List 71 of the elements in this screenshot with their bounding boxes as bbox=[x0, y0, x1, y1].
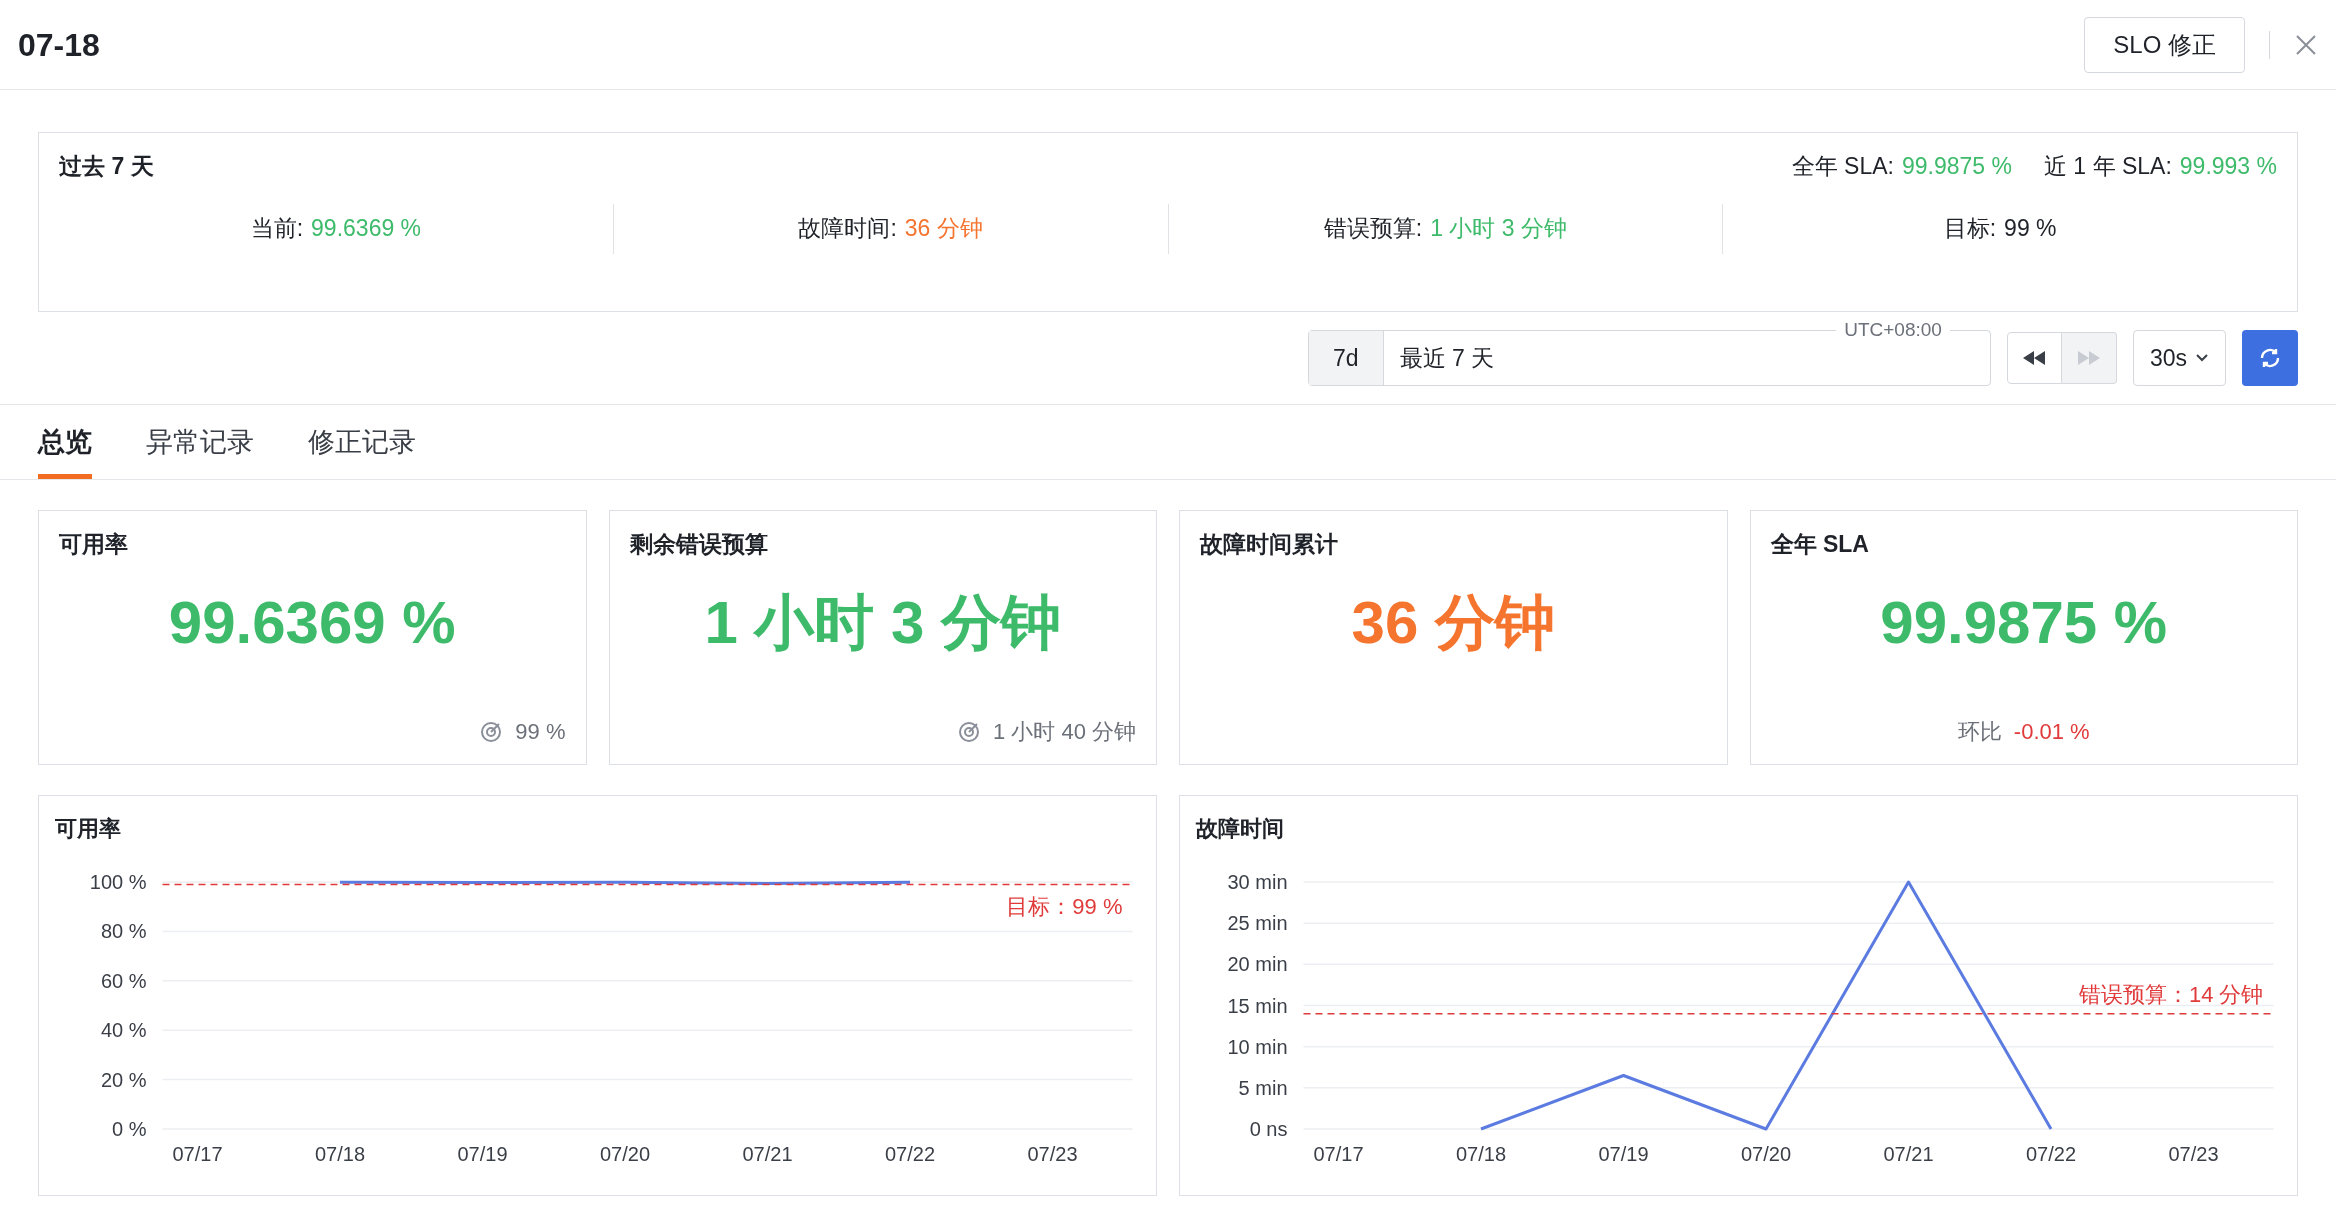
x-tick-label: 07/18 bbox=[314, 1143, 366, 1165]
chart-title: 可用率 bbox=[54, 815, 122, 843]
summary-title: 过去 7 天 bbox=[59, 152, 154, 181]
x-tick-label: 07/23 bbox=[2168, 1143, 2219, 1165]
x-tick-label: 07/21 bbox=[742, 1143, 793, 1165]
refresh-icon bbox=[2258, 346, 2282, 370]
interval-select[interactable]: 30s bbox=[2132, 330, 2226, 386]
tab[interactable]: 修正记录 bbox=[308, 421, 416, 479]
chart-title: 故障时间 bbox=[1194, 815, 1285, 843]
stat-value: 99.993 % bbox=[2179, 152, 2277, 181]
card-value: 36 分钟 bbox=[1350, 587, 1556, 658]
card-title: 故障时间累计 bbox=[1200, 530, 1339, 559]
rewind-icon bbox=[2023, 351, 2046, 365]
y-tick-label: 15 min bbox=[1227, 994, 1288, 1017]
compare-label: 环比 bbox=[1957, 718, 2002, 746]
slo-fix-button[interactable]: SLO 修正 bbox=[2084, 16, 2245, 73]
target-icon bbox=[479, 719, 504, 744]
x-tick-label: 07/19 bbox=[1598, 1143, 1649, 1165]
target-value: 99 % bbox=[515, 718, 566, 746]
card-title: 可用率 bbox=[59, 530, 129, 559]
x-tick-label: 07/22 bbox=[884, 1143, 936, 1165]
refresh-button[interactable] bbox=[2242, 330, 2298, 386]
card-value: 99.6369 % bbox=[167, 587, 457, 658]
card-value: 99.9875 % bbox=[1879, 587, 2169, 658]
tab[interactable]: 总览 bbox=[38, 421, 92, 479]
x-tick-label: 07/21 bbox=[1883, 1143, 1934, 1165]
metric-value: 1 小时 3 分钟 bbox=[1430, 214, 1567, 244]
card-title: 全年 SLA bbox=[1770, 530, 1870, 559]
close-icon[interactable] bbox=[2294, 32, 2318, 57]
reference-label: 目标：99 % bbox=[1006, 894, 1123, 920]
metric-value: 36 分钟 bbox=[904, 214, 983, 244]
fast-forward-icon bbox=[2077, 351, 2100, 365]
metric-value: 99 % bbox=[2004, 214, 2057, 244]
y-tick-label: 80 % bbox=[100, 920, 147, 943]
x-tick-label: 07/18 bbox=[1455, 1143, 1507, 1165]
window-title: 07-18 bbox=[18, 25, 100, 65]
x-tick-label: 07/20 bbox=[599, 1143, 651, 1165]
x-tick-label: 07/17 bbox=[1313, 1143, 1364, 1165]
x-tick-label: 07/20 bbox=[1740, 1143, 1792, 1165]
y-tick-label: 20 min bbox=[1227, 953, 1288, 976]
metric-label: 当前: bbox=[250, 214, 304, 244]
metric-label: 目标: bbox=[1943, 214, 1997, 244]
card-title: 剩余错误预算 bbox=[629, 530, 769, 559]
y-tick-label: 0 ns bbox=[1249, 1118, 1288, 1140]
reference-label: 错误预算：14 分钟 bbox=[2078, 981, 2264, 1007]
metric-label: 错误预算: bbox=[1323, 214, 1423, 244]
x-tick-label: 07/23 bbox=[1027, 1143, 1078, 1165]
stat-value: 99.9875 % bbox=[1902, 152, 2012, 181]
y-tick-label: 20 % bbox=[100, 1068, 147, 1091]
y-tick-label: 60 % bbox=[100, 969, 147, 992]
y-tick-label: 25 min bbox=[1227, 912, 1288, 935]
metric-value: 99.6369 % bbox=[311, 214, 422, 244]
metric-label: 故障时间: bbox=[798, 214, 897, 244]
chevron-down-icon bbox=[2195, 353, 2209, 363]
y-tick-label: 30 min bbox=[1227, 871, 1288, 893]
y-tick-label: 10 min bbox=[1227, 1035, 1288, 1058]
y-tick-label: 5 min bbox=[1238, 1076, 1288, 1099]
y-tick-label: 100 % bbox=[89, 871, 147, 893]
y-tick-label: 0 % bbox=[112, 1118, 147, 1140]
y-tick-label: 40 % bbox=[100, 1019, 147, 1042]
x-tick-label: 07/17 bbox=[172, 1143, 223, 1165]
x-tick-label: 07/19 bbox=[457, 1143, 508, 1165]
stat-label: 全年 SLA: bbox=[1791, 152, 1894, 181]
card-value: 1 小时 3 分钟 bbox=[703, 587, 1063, 658]
stat-label: 近 1 年 SLA: bbox=[2043, 152, 2172, 181]
rewind-button[interactable] bbox=[2006, 332, 2062, 384]
tab[interactable]: 异常记录 bbox=[146, 421, 254, 479]
x-tick-label: 07/22 bbox=[2025, 1143, 2077, 1165]
target-value: 1 小时 40 分钟 bbox=[992, 718, 1136, 746]
target-icon bbox=[956, 719, 981, 744]
compare-value: -0.01 % bbox=[2013, 718, 2090, 746]
